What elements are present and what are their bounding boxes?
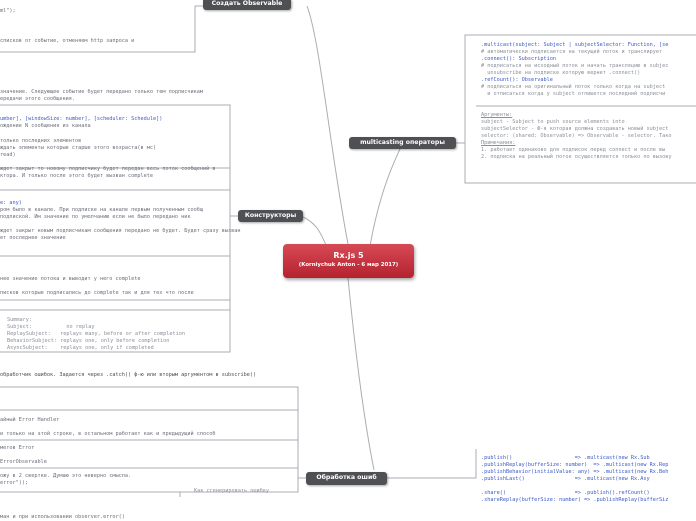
central-title: Rx.js 5 — [333, 251, 364, 260]
multicast-signature: .multicast(subject: Subject | subjectSel… — [481, 42, 669, 48]
note-line: ередачи этого сообщения. — [0, 96, 75, 102]
comment-line: unsubscribe на подписке которую вернет .… — [481, 70, 641, 76]
note-line: ром было в канале. При подписке на канал… — [0, 207, 204, 213]
note-line: read) — [0, 152, 16, 158]
comment-line: # автоматически подписается на текущий п… — [481, 49, 663, 55]
error-generate-label: Как сгенерировать ошибку — [194, 488, 269, 494]
central-topic[interactable]: Rx.js 5 (Korniychuk Anton - 6 мар 2017) — [283, 244, 414, 278]
comment-line: # подписаться на оригинальный поток толь… — [481, 84, 666, 90]
note-line: umber], [windowSize: number], [scheduler… — [0, 116, 163, 122]
summary-line: Subject: no replay — [7, 324, 95, 330]
connect-signature: .connect(): Subscription — [481, 56, 556, 62]
note-line: ет последнее значение — [0, 235, 66, 241]
branch-create-observable[interactable]: Создать Observable — [203, 0, 291, 10]
note-line: айный Error Handler — [0, 417, 60, 423]
publish-replay-mapping: .publishReplay(bufferSize: number) => .m… — [481, 462, 669, 468]
summary-line: Summary: — [7, 317, 32, 323]
note-line: e: any) — [0, 200, 22, 206]
note-line: ErrorObservable — [0, 459, 47, 465]
note-line: нее значение потока и выводит у него com… — [0, 276, 141, 282]
note-line: только последних элементов — [0, 138, 82, 144]
note-line: ждать элементы которые старше этого возр… — [0, 145, 157, 151]
note-line: ждет закрыт новым подписчикам сообщения … — [0, 228, 241, 234]
note-line: ждет закрыт то новому подписчику будет п… — [0, 166, 216, 172]
branch-error-handling[interactable]: Обработка ошиб — [306, 472, 387, 485]
note-line: ождение N сообщения из канала — [0, 123, 91, 129]
note-line: метов Error — [0, 445, 35, 451]
notes-heading: Примечания: — [481, 140, 516, 146]
summary-line: BehaviorSubject: replays one, only befor… — [7, 338, 170, 344]
note-line: ожу в 2 свертке. Думаю это неверно смысл… — [0, 473, 132, 479]
central-subtitle: (Korniychuk Anton - 6 мар 2017) — [298, 262, 399, 268]
publish-behavior-mapping: .publishBehavior(initialValue: any) => .… — [481, 469, 669, 475]
branch-multicasting[interactable]: multicasting операторы — [349, 137, 456, 149]
note-line: писков которые подписались до complete т… — [0, 290, 194, 296]
note-line: 1. работает одинаково для подписок перед… — [481, 147, 666, 153]
share-mapping: .share() => .publish().refCount() — [481, 490, 650, 496]
refcount-signature: .refCount(): Observable — [481, 77, 553, 83]
publish-mapping: .publish() => .multicast(new Rx.Sub — [481, 455, 650, 461]
note-line: 2. подписка на реальный поток осуществля… — [481, 154, 672, 160]
publish-last-mapping: .publishLast() => .multicast(new Rx.Asy — [481, 476, 650, 482]
note-line: подпиской. Им значение по умолчанию если… — [0, 214, 191, 220]
note-line: error")); — [0, 480, 29, 486]
summary-line: ReplaySubject: replays many, before or a… — [7, 331, 186, 337]
argument-line: subjectSelector - Ф-я которая должна соз… — [481, 126, 669, 132]
comment-line: # подписаться на исходный поток и начать… — [481, 63, 669, 69]
argument-line: selector: (shared: Observable) => Observ… — [481, 133, 672, 139]
note-line: значение. Следующее событие будет переда… — [0, 89, 204, 95]
note-line: и только на этой строке, в остальном раб… — [0, 431, 216, 437]
argument-line: subject - Subject to push source element… — [481, 119, 625, 125]
note-line: списков от событие, отменяем http запрос… — [0, 38, 135, 44]
comment-line: и отписаться когда у subject отпишется п… — [481, 91, 666, 97]
note-line: ml"); — [0, 8, 16, 14]
arguments-heading: Аргументы: — [481, 112, 513, 118]
note-line: обработчик ошибок. Задается через .catch… — [0, 372, 257, 378]
branch-constructors[interactable]: Конструкторы — [238, 210, 303, 222]
summary-line: AsyncSubject: replays one, only if compl… — [7, 345, 154, 351]
share-replay-mapping: .shareReplay(bufferSize: number) => .pub… — [481, 497, 669, 503]
note-line: ктора. И только после этого будет вызван… — [0, 173, 154, 179]
